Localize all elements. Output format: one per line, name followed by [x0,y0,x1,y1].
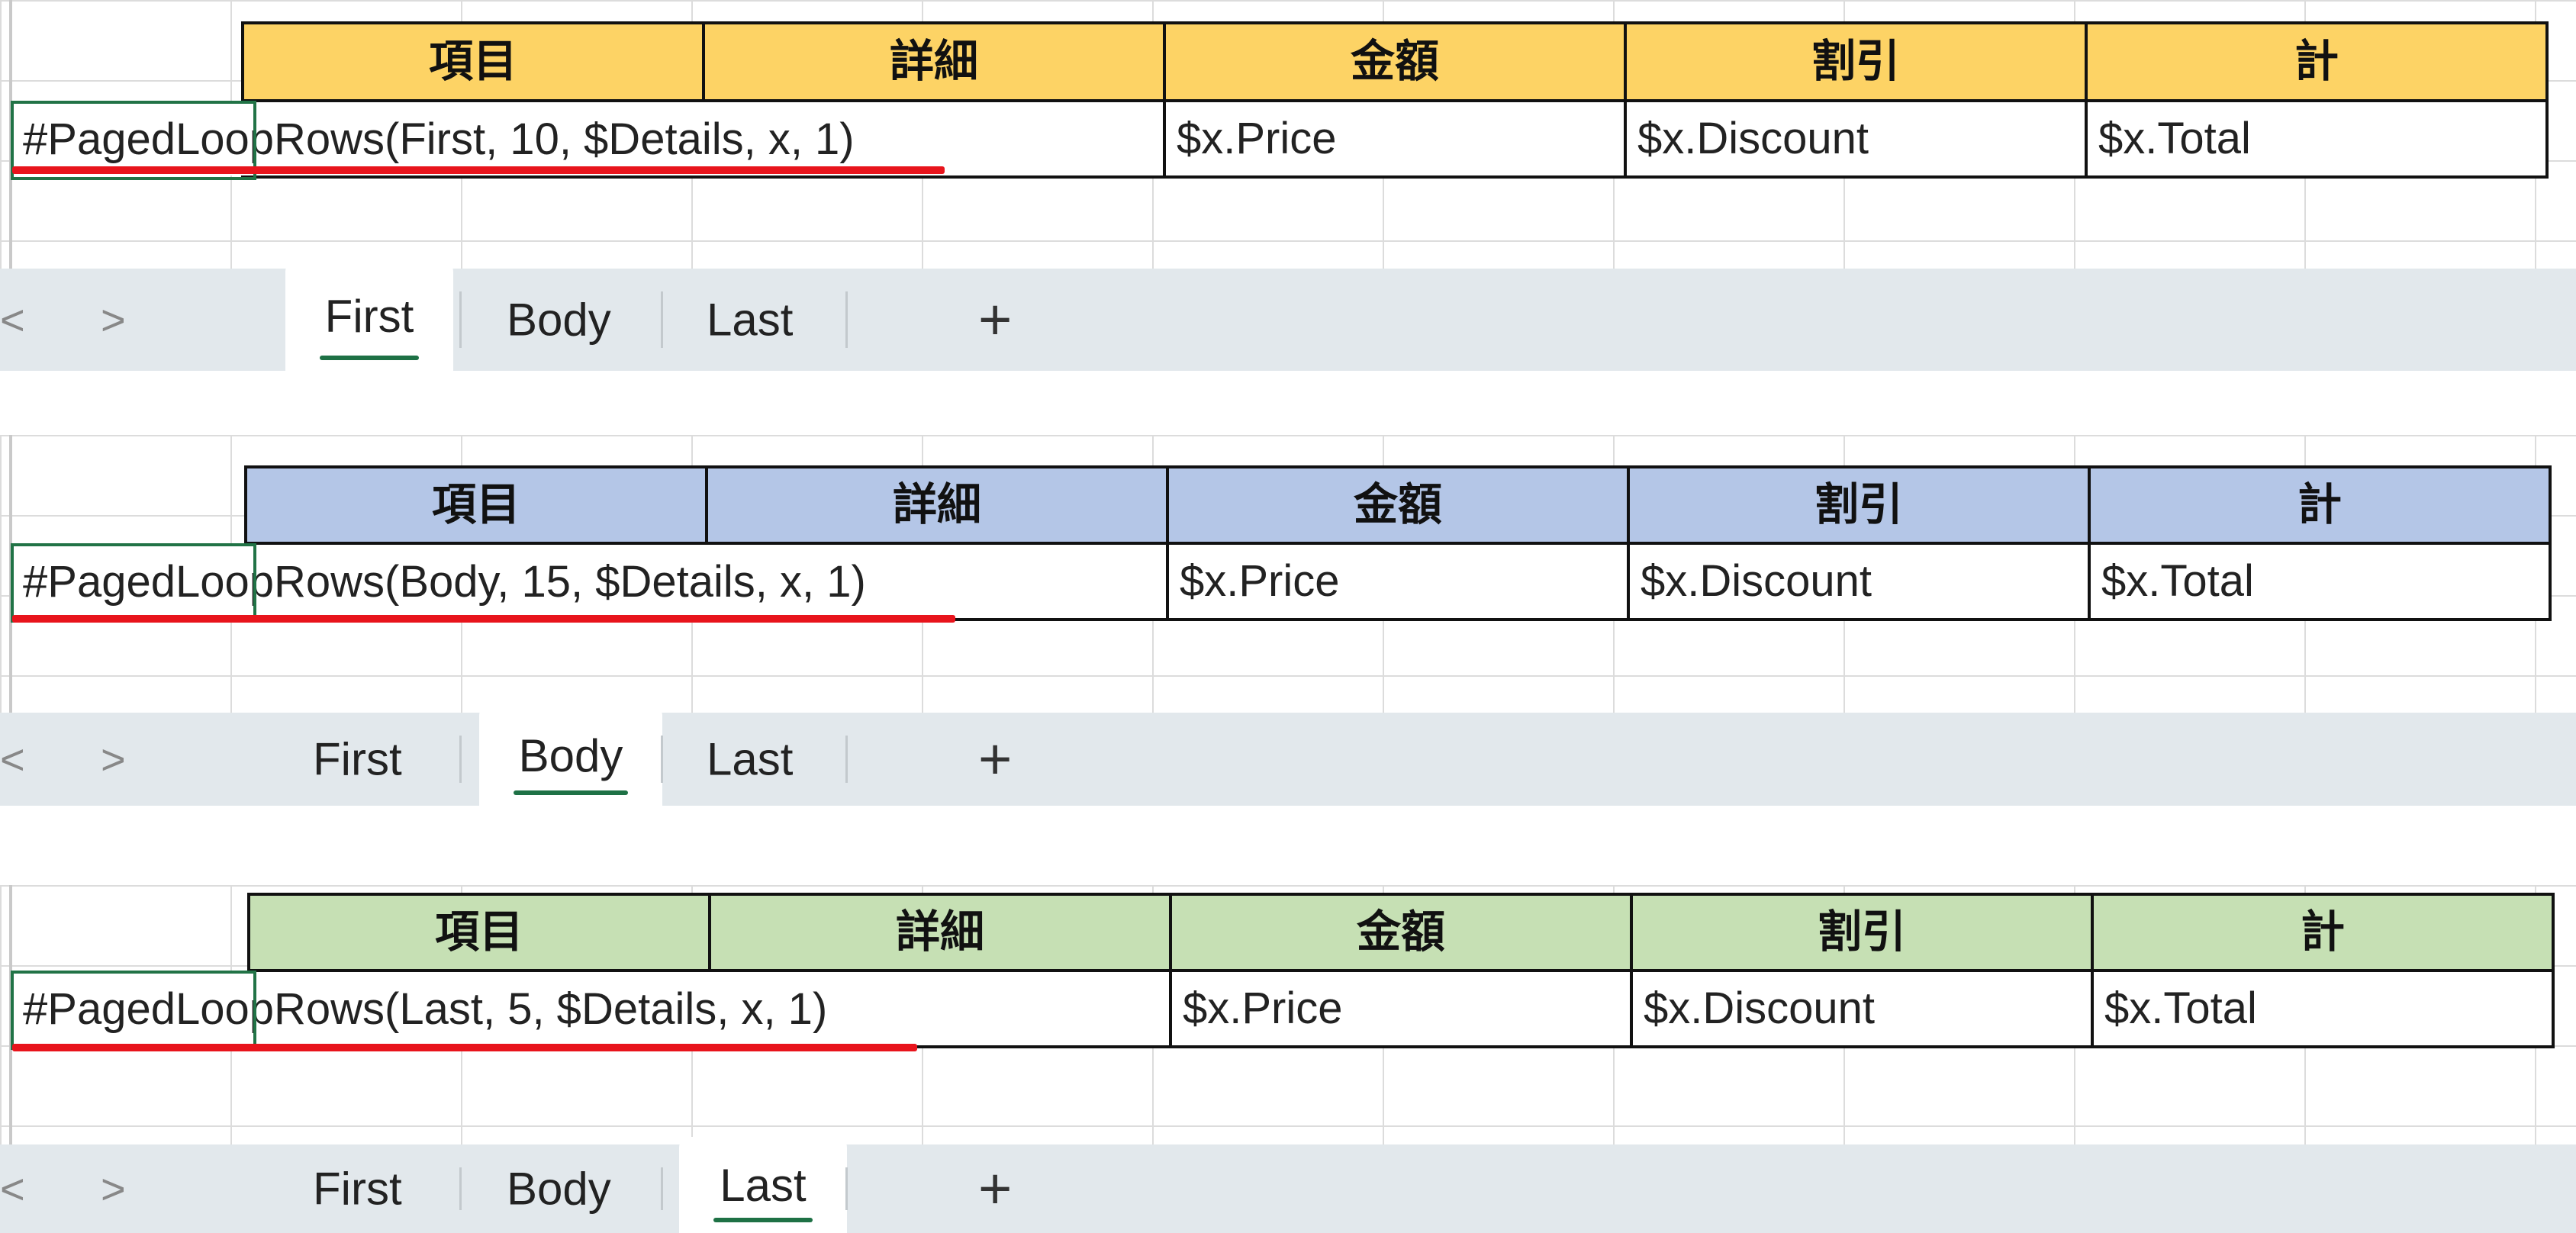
value-cell[interactable]: $x.Price [1166,542,1630,621]
value-cell[interactable]: $x.Price [1163,99,1627,179]
scroll-tabs-left-button[interactable]: < [0,735,25,784]
sheet-panel-last: 項目 詳細 金額 割引計 #PagedLoopRows(Last, 5, $Detail… [0,885,2576,1233]
tab-separator [661,1167,663,1210]
sheet-tab-bar: < > First Body Last + [0,1137,2576,1233]
tab-separator [845,736,848,783]
header-cell[interactable]: 項目 [241,21,705,102]
scroll-tabs-right-button[interactable]: > [101,295,126,345]
active-cell-selection [11,971,256,1050]
header-cell[interactable]: 金額 [1163,21,1627,102]
scroll-tabs-right-button[interactable]: > [101,735,126,784]
add-sheet-button[interactable]: + [978,287,1012,353]
red-underline-annotation [12,615,955,623]
header-cell[interactable]: 項目 [247,893,711,972]
sheet-tab-last[interactable]: Last [679,1137,847,1233]
sheet-panel-body: 項目 詳細 金額 割引計 #PagedLoopRows(Body, 15, $Detai… [0,435,2576,806]
header-cell[interactable]: 詳細 [708,893,1172,972]
header-cell[interactable]: 詳細 [702,21,1166,102]
header-cell[interactable]: 項目 [244,465,708,545]
sheet-tab-bar: < > First Body Last + [0,705,2576,806]
value-cell[interactable]: $x.Total [2088,542,2552,621]
tab-separator [459,291,462,348]
value-cell[interactable]: $x.Discount [1624,99,2088,179]
sheet-tab-label: First [324,290,414,342]
red-underline-annotation [12,1044,917,1051]
scroll-tabs-left-button[interactable]: < [0,295,25,345]
add-sheet-button[interactable]: + [978,726,1012,793]
scroll-tabs-right-button[interactable]: > [101,1164,126,1214]
value-cell[interactable]: $x.Discount [1630,969,2094,1048]
sheet-tab-first[interactable]: First [313,1163,402,1215]
sheet-tab-first[interactable]: First [285,261,453,371]
sheet-tab-body[interactable]: Body [507,294,611,346]
red-underline-annotation [12,166,945,174]
sheet-tab-last[interactable]: Last [707,733,793,786]
active-tab-indicator [514,790,628,795]
active-tab-indicator [320,356,419,360]
tab-separator [845,1167,848,1210]
sheet-tab-last[interactable]: Last [707,294,793,346]
header-cell[interactable]: 計 [2091,893,2555,972]
value-cell[interactable]: $x.Total [2085,99,2549,179]
sheet-tab-label: Body [518,729,623,781]
header-cell[interactable]: 割引 [1630,893,2094,972]
sheet-tab-label: Last [720,1159,807,1211]
header-cell[interactable]: 計 [2085,21,2549,102]
active-tab-indicator [713,1218,813,1222]
value-cell[interactable]: $x.Total [2091,969,2555,1048]
sheet-panel-first: 項目 詳細 金額 割引計 #PagedLoopRows(First, 10, $Deta… [0,0,2576,371]
tab-separator [661,736,663,783]
header-cell[interactable]: 割引 [1624,21,2088,102]
tab-separator [845,291,848,348]
value-cell[interactable]: $x.Price [1169,969,1633,1048]
header-cell[interactable]: 金額 [1166,465,1630,545]
sheet-tab-body[interactable]: Body [507,1163,611,1215]
value-cell[interactable]: $x.Discount [1627,542,2091,621]
sheet-tab-bar: < > First Body Last + [0,261,2576,371]
header-cell[interactable]: 計 [2088,465,2552,545]
tab-separator [661,291,663,348]
scroll-tabs-left-button[interactable]: < [0,1164,25,1214]
header-cell[interactable]: 詳細 [705,465,1169,545]
sheet-tab-first[interactable]: First [313,733,402,786]
tab-separator [459,736,462,783]
add-sheet-button[interactable]: + [978,1156,1012,1222]
header-cell[interactable]: 割引 [1627,465,2091,545]
header-cell[interactable]: 金額 [1169,893,1633,972]
active-cell-selection [11,543,256,623]
tab-separator [459,1167,462,1210]
sheet-tab-body[interactable]: Body [479,705,662,806]
